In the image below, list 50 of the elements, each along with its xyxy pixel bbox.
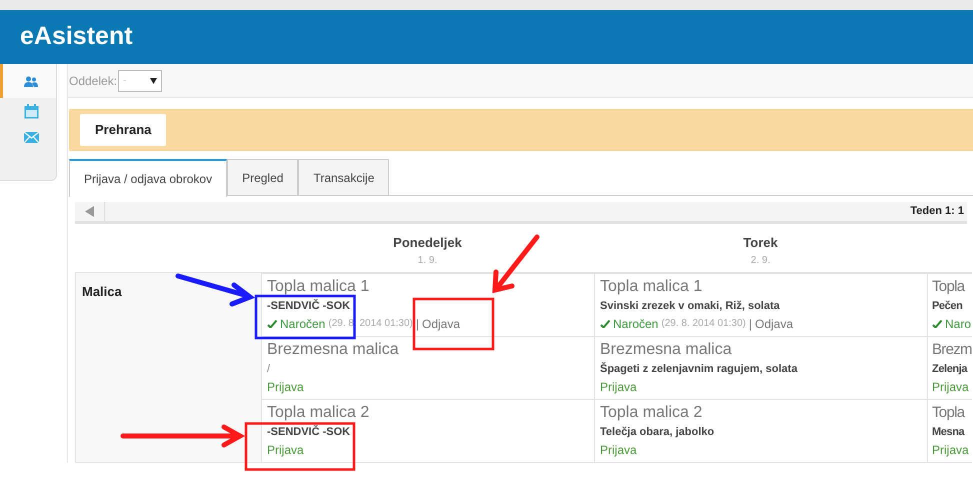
sidebar-item[interactable] bbox=[0, 64, 56, 98]
meal-dish: Pečen bbox=[932, 299, 964, 314]
meal-dish: Telečja obara, jabolko bbox=[600, 425, 716, 440]
meal-title: Brezmesna malica bbox=[267, 340, 400, 360]
tab[interactable]: Prijava / odjava obrokov bbox=[69, 159, 228, 197]
cancel-link[interactable]: Odjava bbox=[422, 315, 460, 333]
section-title: Prehrana bbox=[80, 114, 166, 146]
meal-title: Topla bbox=[932, 277, 966, 297]
people-icon bbox=[24, 76, 38, 86]
left-arrow-icon bbox=[85, 206, 94, 217]
meal-title: Topla bbox=[932, 403, 966, 423]
meal-dish: Špageti z zelenjavnim ragujem, solata bbox=[600, 361, 798, 377]
signup-link[interactable]: Prijava bbox=[932, 441, 969, 459]
dropdown-caret-icon bbox=[150, 78, 158, 84]
tab[interactable]: Pregled bbox=[227, 159, 298, 195]
signup-link[interactable]: Prijava bbox=[932, 378, 969, 396]
filter-label: Oddelek: bbox=[69, 72, 118, 90]
separator: | bbox=[748, 316, 752, 333]
day-name: Torek bbox=[743, 234, 778, 252]
meal-title: Topla malica 2 bbox=[267, 403, 370, 423]
cancel-link[interactable]: Odjava bbox=[755, 315, 794, 333]
meal-dish: Svinski zrezek v omaki, Riž, solata bbox=[600, 299, 781, 314]
meal-label: Malica bbox=[82, 284, 122, 299]
signup-link[interactable]: Prijava bbox=[267, 441, 304, 459]
order-timestamp: (29. 8. 2014 01:30) bbox=[661, 317, 746, 331]
order-status: Naročen bbox=[280, 316, 326, 333]
app-title: eAsistent bbox=[20, 21, 133, 52]
meal-dish: -SENDVIČ -SOK bbox=[267, 298, 352, 314]
meal-dish: Zelenja bbox=[932, 362, 968, 377]
signup-link[interactable]: Prijava bbox=[600, 378, 637, 396]
mail-icon bbox=[24, 132, 39, 142]
order-status: Naro bbox=[945, 316, 972, 333]
signup-link[interactable]: Prijava bbox=[267, 378, 304, 396]
meal-title: Brezmesna malica bbox=[600, 340, 733, 360]
week-label: Teden 1: 1 bbox=[910, 204, 964, 220]
day-name: Ponedeljek bbox=[393, 234, 462, 252]
tab[interactable]: Transakcije bbox=[298, 159, 390, 195]
meal-title: Brezm bbox=[932, 340, 972, 360]
meal-dish: -SENDVIČ -SOK bbox=[267, 424, 352, 440]
day-date: 1. 9. bbox=[418, 254, 438, 268]
calendar-icon bbox=[24, 104, 39, 118]
meal-title: Topla malica 2 bbox=[600, 403, 704, 423]
meal-title: Topla malica 1 bbox=[600, 277, 704, 297]
day-date: 2. 9. bbox=[750, 254, 770, 268]
separator: | bbox=[416, 316, 419, 333]
signup-link[interactable]: Prijava bbox=[600, 441, 637, 459]
meal-title: Topla malica 1 bbox=[267, 277, 370, 297]
order-status: Naročen bbox=[613, 316, 658, 333]
meal-dish: / bbox=[267, 362, 272, 377]
meal-dish: Mesna bbox=[932, 425, 966, 440]
